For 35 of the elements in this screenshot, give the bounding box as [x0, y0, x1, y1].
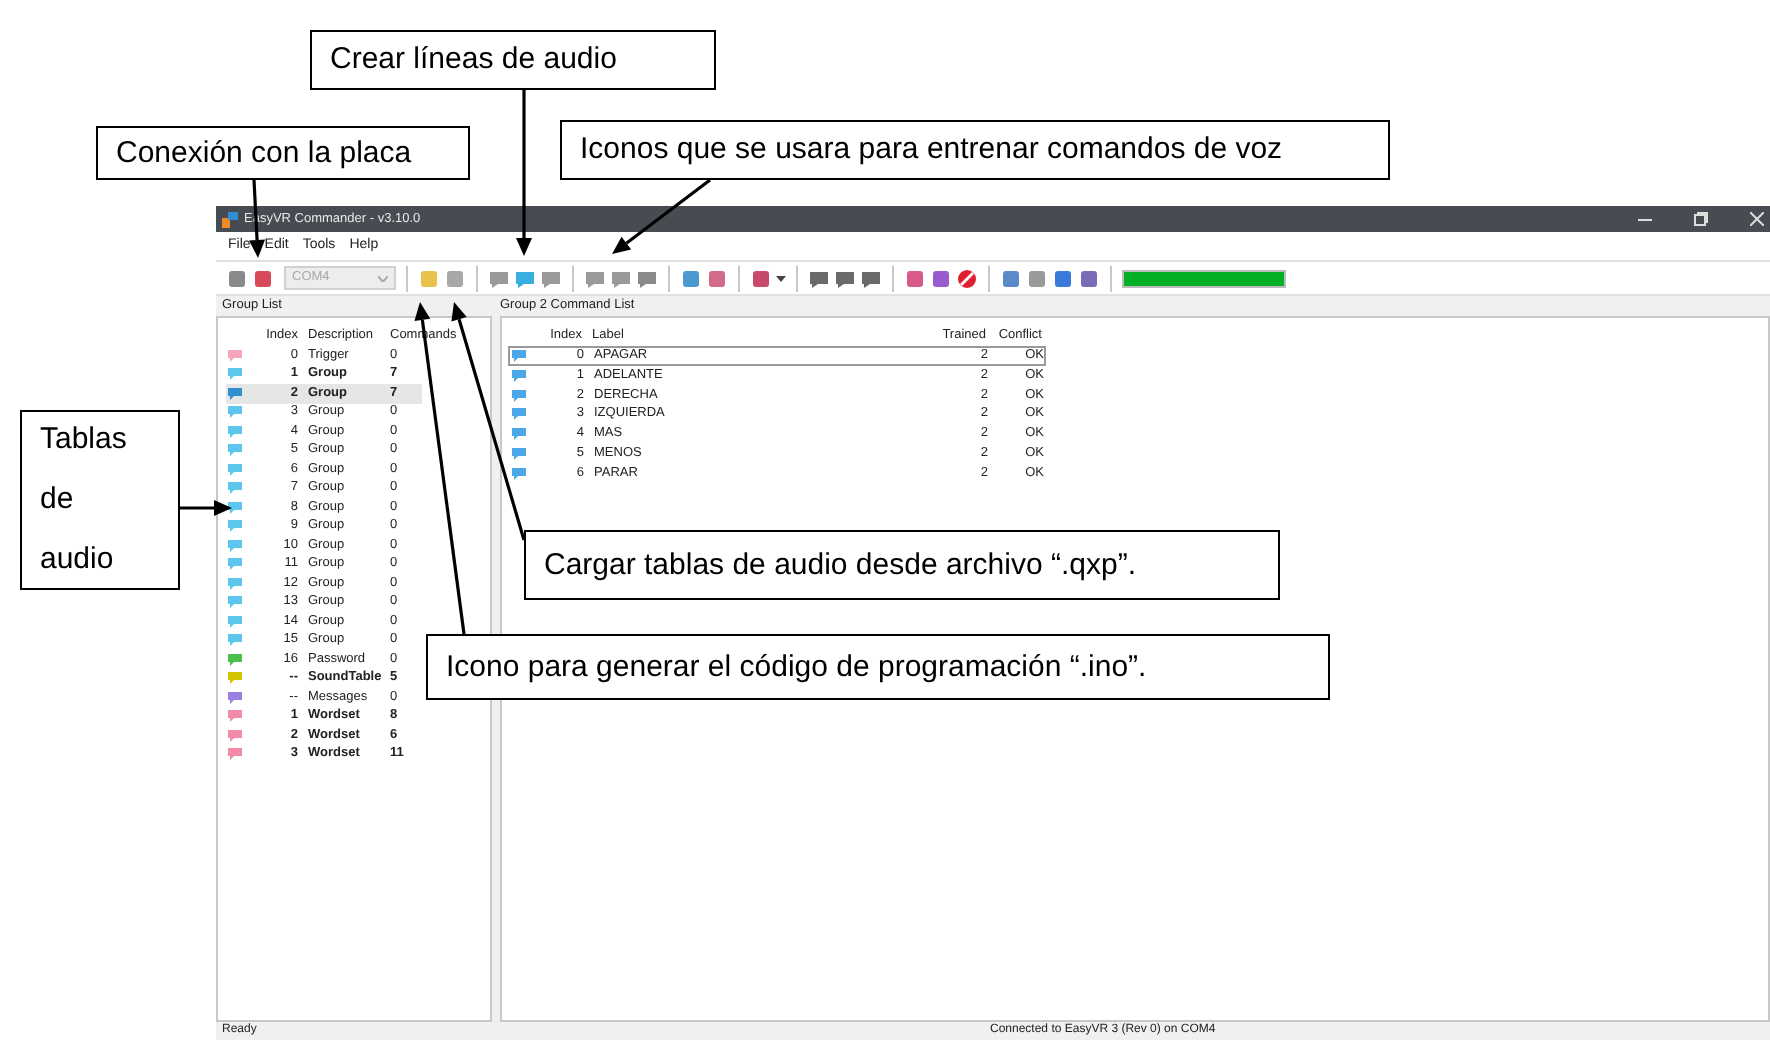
callout: Conexión con la placa [96, 126, 470, 180]
stop-icon[interactable] [956, 267, 978, 289]
speech-bubble-icon[interactable] [834, 267, 856, 289]
callout: Crear líneas de audio [310, 30, 716, 90]
toolbar-icon[interactable] [680, 267, 702, 289]
speech-bubble-icon[interactable] [636, 267, 658, 289]
toolbar-icon[interactable] [1026, 267, 1048, 289]
callout: Iconos que se usara para entrenar comandos de voz [560, 120, 1390, 180]
speech-bubble-icon[interactable] [610, 267, 632, 289]
callout: Icono para generar el código de programación “.ino”. [426, 634, 1330, 700]
speech-bubble-icon[interactable] [488, 267, 510, 289]
toolbar-icon[interactable] [1078, 267, 1100, 289]
toolbar-icon[interactable] [750, 267, 772, 289]
toolbar-icon[interactable] [706, 267, 728, 289]
callout: Tablas de audio [20, 410, 180, 590]
restore-icon[interactable] [1694, 212, 1708, 226]
toolbar-icon[interactable] [226, 267, 248, 289]
toolbar-icon[interactable] [444, 267, 466, 289]
toolbar-icon[interactable] [1000, 267, 1022, 289]
arrow [180, 500, 232, 516]
toolbar-icon[interactable] [904, 267, 926, 289]
speech-bubble-icon[interactable] [514, 267, 536, 289]
close-icon[interactable] [1750, 212, 1764, 226]
speech-bubble-icon[interactable] [808, 267, 830, 289]
toolbar-icon[interactable] [252, 267, 274, 289]
speech-bubble-icon[interactable] [584, 267, 606, 289]
arrow [612, 178, 711, 254]
toolbar-icon[interactable] [930, 267, 952, 289]
speech-bubble-icon[interactable] [860, 267, 882, 289]
toolbar-icon[interactable] [1052, 267, 1074, 289]
chevron-icon [378, 275, 388, 281]
callout: Cargar tablas de audio desde archivo “.qxp”. [524, 530, 1280, 600]
app-icon [222, 211, 238, 227]
speech-bubble-icon[interactable] [540, 267, 562, 289]
caret-icon[interactable] [776, 275, 786, 281]
